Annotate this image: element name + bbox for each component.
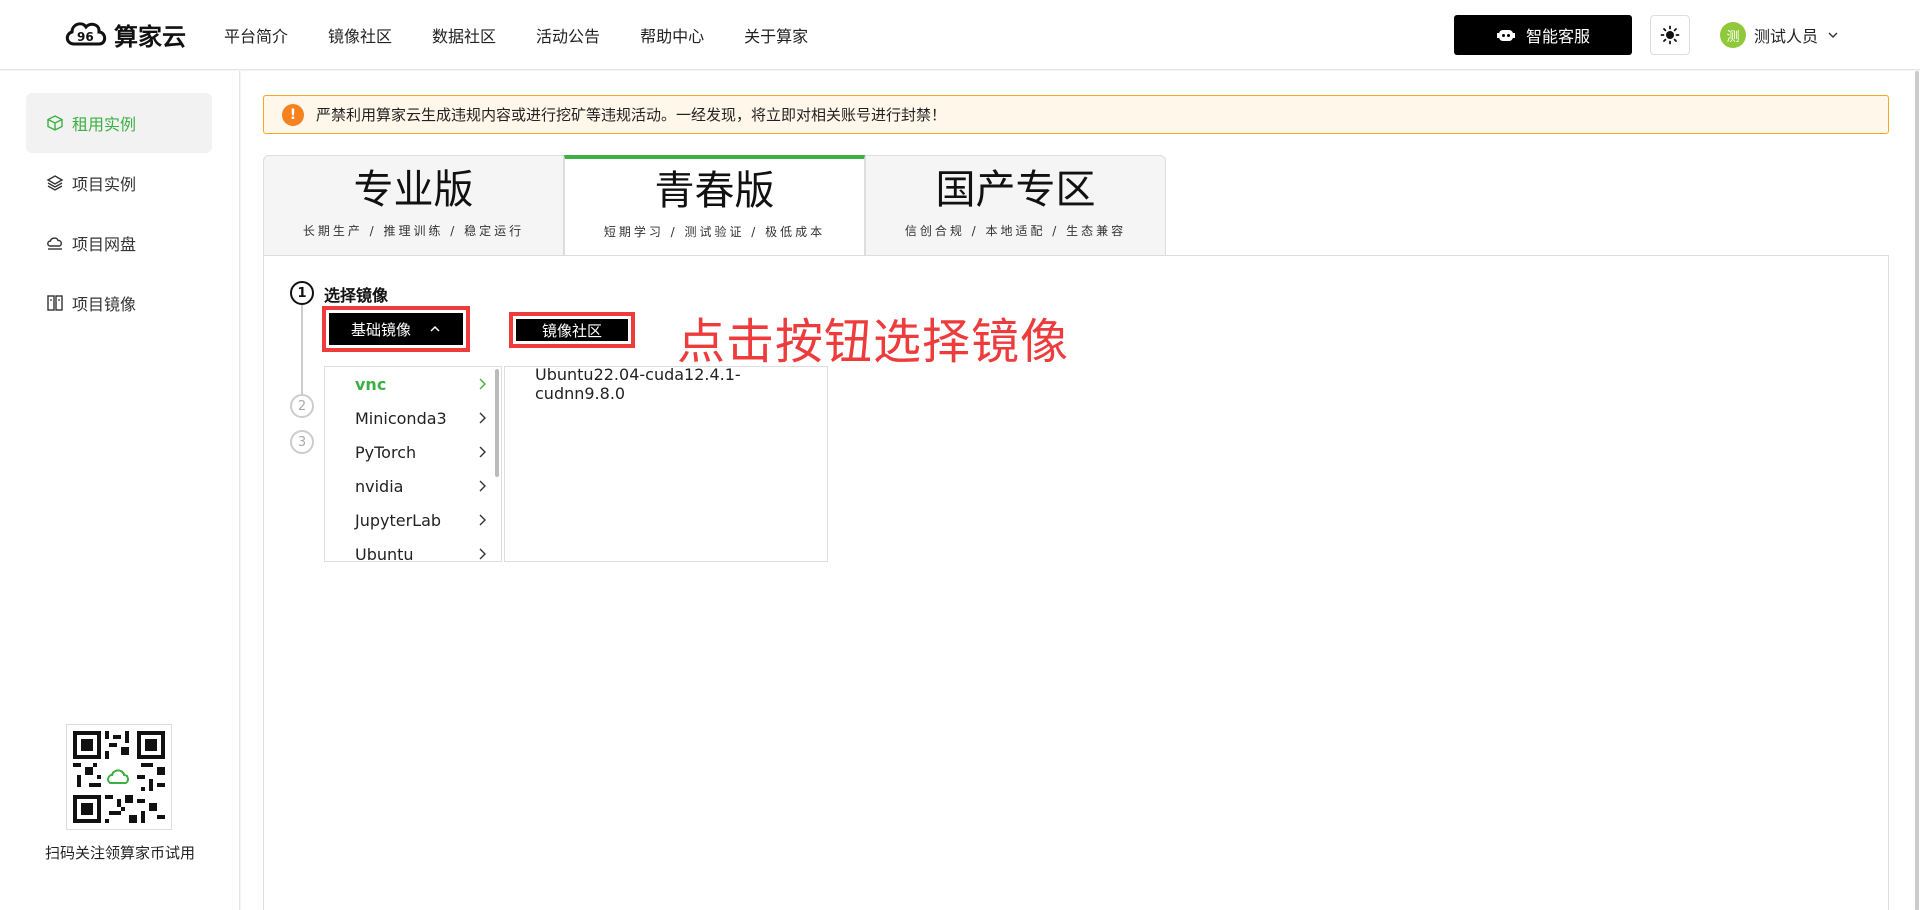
qr-code <box>66 724 172 830</box>
nav-item-image-community[interactable]: 镜像社区 <box>328 23 392 47</box>
layers-icon <box>46 175 64 191</box>
tab-domestic[interactable]: 国产专区 信创合规 / 本地适配 / 生态兼容 <box>865 155 1166 256</box>
tab-professional[interactable]: 专业版 长期生产 / 推理训练 / 稳定运行 <box>263 155 564 256</box>
warning-alert: ! 严禁利用算家云生成违规内容或进行挖矿等违规活动。一经发现，将立即对相关账号进… <box>263 95 1889 134</box>
image-icon <box>47 295 63 311</box>
annotation-text: 点击按钮选择镜像 <box>677 314 1070 370</box>
sidebar-item-label: 项目镜像 <box>72 295 137 314</box>
option-label: Ubuntu22.04-cuda12.4.1-cudnn9.8.0 <box>535 365 741 403</box>
option-label: PyTorch <box>355 442 417 462</box>
chevron-right-icon <box>479 480 486 492</box>
image-category-list: vnc Miniconda3 PyTorch nvidia JupyterLab… <box>324 366 502 562</box>
image-community-button[interactable]: 镜像社区 <box>516 319 628 341</box>
option-label: Miniconda3 <box>355 408 447 428</box>
chevron-right-icon <box>479 548 486 560</box>
svg-text:96: 96 <box>77 30 94 44</box>
tab-title: 专业版 <box>353 167 474 213</box>
page-scrollbar[interactable] <box>1915 71 1919 910</box>
option-label: nvidia <box>355 476 404 496</box>
top-navbar: 96 算家云 平台简介 镜像社区 数据社区 活动公告 帮助中心 关于算家 智能客… <box>0 0 1920 70</box>
nav-item-about[interactable]: 关于算家 <box>744 23 808 47</box>
sidebar-item-label: 项目实例 <box>72 175 137 194</box>
sidebar-item-project-drive[interactable]: 项目网盘 <box>26 213 212 273</box>
avatar: 测 <box>1720 22 1746 48</box>
tab-youth[interactable]: 青春版 短期学习 / 测试验证 / 极低成本 <box>564 155 865 256</box>
list-item[interactable]: Ubuntu <box>325 537 501 562</box>
robot-icon <box>1496 30 1515 41</box>
qr-code-image <box>73 731 165 823</box>
sidebar: 租用实例 项目实例 项目网盘 项目镜像 扫码关注领算家币试用 <box>0 71 240 910</box>
sun-icon <box>1660 25 1680 45</box>
list-item[interactable]: PyTorch <box>325 435 501 469</box>
chevron-right-icon <box>479 378 486 390</box>
tab-title: 青春版 <box>654 168 775 214</box>
page-scrollbar-thumb[interactable] <box>1915 71 1919 910</box>
image-version-list: Ubuntu22.04-cuda12.4.1-cudnn9.8.0 <box>504 365 828 562</box>
chevron-right-icon <box>479 446 486 458</box>
tab-title: 国产专区 <box>935 167 1096 213</box>
step-2-badge: 2 <box>290 394 314 418</box>
step-1-badge: 1 <box>290 281 314 305</box>
option-label: JupyterLab <box>355 510 442 530</box>
chevron-down-icon <box>1828 32 1838 38</box>
chevron-up-icon <box>430 325 440 332</box>
base-image-label: 基础镜像 <box>350 320 411 339</box>
tab-subtitle: 长期生产 / 推理训练 / 稳定运行 <box>302 224 525 238</box>
base-image-button[interactable]: 基础镜像 <box>329 313 463 345</box>
edition-tabs: 专业版 长期生产 / 推理训练 / 稳定运行 青春版 短期学习 / 测试验证 /… <box>263 155 1166 256</box>
cloud-logo-icon: 96 <box>65 22 107 46</box>
main-content: ! 严禁利用算家云生成违规内容或进行挖矿等违规活动。一经发现，将立即对相关账号进… <box>241 71 1920 910</box>
alert-text: 严禁利用算家云生成违规内容或进行挖矿等违规活动。一经发现，将立即对相关账号进行封… <box>316 106 947 124</box>
nav-item-platform[interactable]: 平台简介 <box>224 23 288 47</box>
step-3-badge: 3 <box>290 430 314 454</box>
sidebar-item-label: 项目网盘 <box>72 235 137 254</box>
option-label: Ubuntu <box>355 544 414 562</box>
community-highlight: 镜像社区 <box>509 312 635 348</box>
nav-item-data-community[interactable]: 数据社区 <box>432 23 496 47</box>
sidebar-item-rent-instance[interactable]: 租用实例 <box>26 93 212 153</box>
sidebar-item-project-instance[interactable]: 项目实例 <box>26 153 212 213</box>
step-connector <box>301 305 303 394</box>
chevron-right-icon <box>479 412 486 424</box>
option-label: vnc <box>355 374 387 394</box>
nav-item-help[interactable]: 帮助中心 <box>640 23 704 47</box>
list-item[interactable]: vnc <box>325 367 501 401</box>
cube-icon <box>47 115 63 131</box>
sidebar-item-label: 租用实例 <box>72 115 137 134</box>
cloud-drive-icon <box>47 237 62 250</box>
list-item[interactable]: nvidia <box>325 469 501 503</box>
main-nav: 平台简介 镜像社区 数据社区 活动公告 帮助中心 关于算家 <box>224 0 848 70</box>
list-item[interactable]: JupyterLab <box>325 503 501 537</box>
smart-service-label: 智能客服 <box>1525 27 1590 46</box>
tab-subtitle: 短期学习 / 测试验证 / 极低成本 <box>603 225 826 239</box>
config-panel: 1 选择镜像 2 3 基础镜像 镜像社区 点击按钮选择镜像 vnc Minico… <box>263 255 1889 910</box>
user-name: 测试人员 <box>1754 27 1819 46</box>
warning-icon: ! <box>282 103 304 126</box>
list-item[interactable]: Ubuntu22.04-cuda12.4.1-cudnn9.8.0 <box>505 365 827 403</box>
list-item[interactable]: Miniconda3 <box>325 401 501 435</box>
theme-toggle-button[interactable] <box>1650 15 1690 55</box>
chevron-right-icon <box>479 514 486 526</box>
list-scrollbar[interactable] <box>495 369 499 477</box>
step-1-label: 选择镜像 <box>324 286 389 305</box>
tab-subtitle: 信创合规 / 本地适配 / 生态兼容 <box>904 224 1127 238</box>
brand-name: 算家云 <box>114 22 186 51</box>
nav-item-announcements[interactable]: 活动公告 <box>536 23 600 47</box>
qr-caption: 扫码关注领算家币试用 <box>44 844 195 862</box>
user-menu[interactable]: 测 测试人员 <box>1720 21 1838 49</box>
sidebar-item-project-image[interactable]: 项目镜像 <box>26 273 212 333</box>
base-image-highlight: 基础镜像 <box>322 306 470 352</box>
smart-service-button[interactable]: 智能客服 <box>1454 15 1632 55</box>
logo[interactable]: 96 算家云 <box>62 14 186 54</box>
